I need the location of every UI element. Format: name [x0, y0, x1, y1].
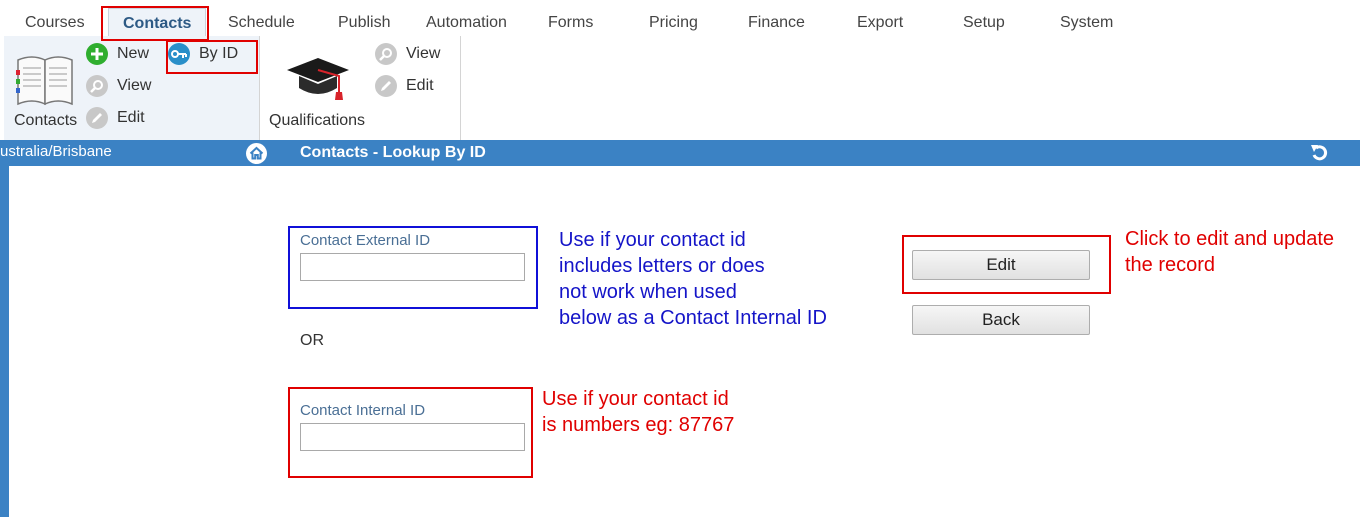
edit-qualification-button[interactable]: Edit [375, 74, 434, 98]
graduation-cap-icon[interactable] [285, 54, 351, 109]
back-button[interactable]: Back [912, 305, 1090, 335]
refresh-icon[interactable] [1308, 142, 1330, 169]
external-id-note: Use if your contact id includes letters … [559, 229, 827, 329]
view-qualification-button[interactable]: View [375, 42, 440, 66]
tab-publish[interactable]: Publish [338, 14, 390, 32]
tab-finance[interactable]: Finance [748, 14, 805, 32]
new-contact-label: New [117, 45, 150, 62]
main-menu-tabbar: Courses Contacts Schedule Publish Automa… [0, 0, 1360, 37]
tab-forms[interactable]: Forms [548, 14, 593, 32]
tab-contacts[interactable]: Contacts [108, 8, 207, 36]
edit-qualification-label: Edit [406, 77, 434, 94]
timezone-text: ustralia/Brisbane [0, 143, 112, 160]
by-id-button[interactable]: By ID [168, 42, 238, 66]
contacts-group-label[interactable]: Contacts [14, 112, 77, 130]
pencil-icon [375, 75, 397, 97]
page-header-bar: ustralia/Brisbane Contacts - Lookup By I… [0, 140, 1360, 166]
tab-courses[interactable]: Courses [25, 14, 85, 32]
pencil-icon [86, 107, 108, 129]
tab-export[interactable]: Export [857, 14, 903, 32]
tab-schedule[interactable]: Schedule [228, 14, 295, 32]
plus-icon [86, 43, 108, 65]
view-contact-button[interactable]: View [86, 74, 151, 98]
external-id-input[interactable] [300, 253, 525, 281]
view-contact-label: View [117, 77, 152, 94]
internal-id-label: Contact Internal ID [300, 402, 426, 419]
tab-system[interactable]: System [1060, 14, 1113, 32]
edit-button[interactable]: Edit [912, 250, 1090, 280]
ribbon-group-contacts: Contacts New By ID View Edit [4, 36, 260, 140]
edit-contact-button[interactable]: Edit [86, 106, 145, 130]
tab-pricing[interactable]: Pricing [649, 14, 698, 32]
tab-setup[interactable]: Setup [963, 14, 1005, 32]
view-qualification-label: View [406, 45, 441, 62]
internal-id-input[interactable] [300, 423, 525, 451]
qualifications-group-label[interactable]: Qualifications [269, 112, 365, 130]
ribbon: Contacts New By ID View Edit Qualificati… [0, 36, 1360, 140]
key-icon [168, 43, 190, 65]
edit-contact-label: Edit [117, 109, 145, 126]
page-title: Contacts - Lookup By ID [300, 144, 486, 161]
home-icon[interactable] [246, 143, 267, 169]
tab-automation[interactable]: Automation [426, 14, 507, 32]
new-contact-button[interactable]: New [86, 42, 149, 66]
magnifier-icon [375, 43, 397, 65]
ribbon-group-qualifications: Qualifications View Edit [259, 36, 461, 140]
external-id-label: Contact External ID [300, 232, 431, 249]
by-id-label: By ID [199, 45, 239, 62]
edit-button-note: Click to edit and update the record [1125, 228, 1335, 276]
internal-id-note: Use if your contact id is numbers eg: 87… [542, 388, 735, 436]
left-edge-stripe [0, 166, 9, 517]
book-icon[interactable] [14, 50, 76, 113]
or-separator: OR [300, 332, 324, 349]
magnifier-icon [86, 75, 108, 97]
